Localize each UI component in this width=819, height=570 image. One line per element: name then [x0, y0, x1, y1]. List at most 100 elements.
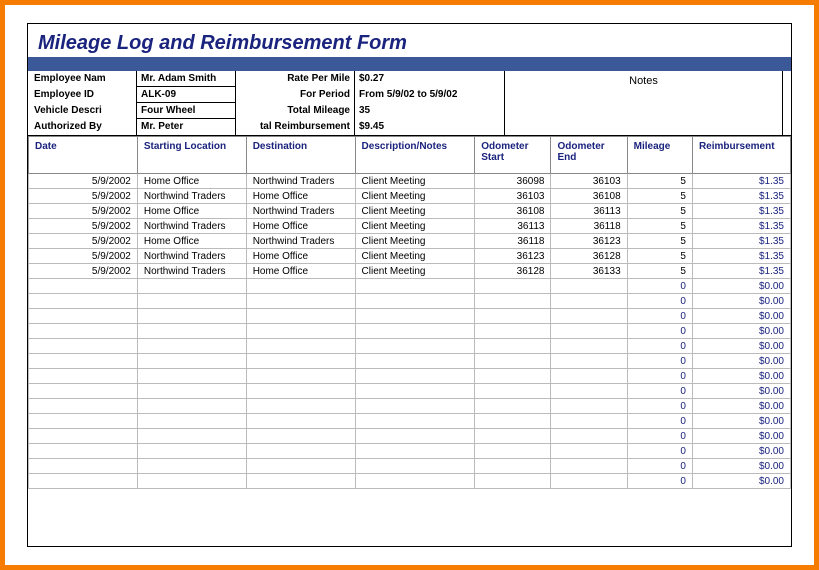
value-employee-id: ALK-09	[136, 87, 236, 103]
cell-reimb: $0.00	[692, 444, 790, 459]
cell-desc	[355, 324, 475, 339]
value-total-reimbursement: $9.45	[355, 119, 494, 135]
cell-desc	[355, 369, 475, 384]
table-row-empty: 0$0.00	[29, 444, 791, 459]
col-odometer-end: Odometer End	[551, 137, 627, 174]
cell-date: 5/9/2002	[29, 219, 138, 234]
cell-mileage: 5	[627, 234, 692, 249]
label-employee-name: Employee Nam	[28, 71, 136, 87]
cell-mileage: 5	[627, 189, 692, 204]
cell-desc	[355, 279, 475, 294]
table-row: 5/9/2002Home OfficeNorthwind TradersClie…	[29, 174, 791, 189]
cell-start	[137, 354, 246, 369]
cell-mileage: 5	[627, 249, 692, 264]
cell-reimb: $0.00	[692, 429, 790, 444]
table-row-empty: 0$0.00	[29, 324, 791, 339]
cell-start	[137, 324, 246, 339]
cell-start	[137, 444, 246, 459]
cell-mileage: 5	[627, 204, 692, 219]
cell-mileage: 0	[627, 309, 692, 324]
cell-oend	[551, 459, 627, 474]
table-row-empty: 0$0.00	[29, 414, 791, 429]
header-values-left: Mr. Adam Smith ALK-09 Four Wheel Mr. Pet…	[136, 71, 236, 135]
cell-oend	[551, 309, 627, 324]
form-title: Mileage Log and Reimbursement Form	[28, 24, 791, 57]
col-destination: Destination	[246, 137, 355, 174]
cell-reimb: $0.00	[692, 309, 790, 324]
cell-desc	[355, 309, 475, 324]
cell-ostart	[475, 354, 551, 369]
cell-oend: 36133	[551, 264, 627, 279]
cell-start: Northwind Traders	[137, 264, 246, 279]
cell-date: 5/9/2002	[29, 189, 138, 204]
cell-reimb: $0.00	[692, 399, 790, 414]
cell-mileage: 0	[627, 384, 692, 399]
cell-dest	[246, 339, 355, 354]
table-row-empty: 0$0.00	[29, 399, 791, 414]
cell-dest	[246, 324, 355, 339]
cell-date	[29, 459, 138, 474]
cell-date	[29, 429, 138, 444]
table-row: 5/9/2002Northwind TradersHome OfficeClie…	[29, 189, 791, 204]
table-row-empty: 0$0.00	[29, 279, 791, 294]
title-underline	[28, 57, 791, 71]
cell-dest	[246, 474, 355, 489]
cell-dest: Home Office	[246, 249, 355, 264]
cell-mileage: 5	[627, 264, 692, 279]
cell-dest: Home Office	[246, 219, 355, 234]
cell-start	[137, 309, 246, 324]
cell-reimb: $0.00	[692, 474, 790, 489]
cell-mileage: 0	[627, 459, 692, 474]
cell-mileage: 0	[627, 414, 692, 429]
cell-reimb: $1.35	[692, 189, 790, 204]
cell-oend	[551, 474, 627, 489]
cell-reimb: $1.35	[692, 219, 790, 234]
col-mileage: Mileage	[627, 137, 692, 174]
cell-mileage: 0	[627, 399, 692, 414]
cell-oend	[551, 339, 627, 354]
cell-start: Home Office	[137, 234, 246, 249]
cell-dest: Northwind Traders	[246, 234, 355, 249]
cell-date: 5/9/2002	[29, 204, 138, 219]
cell-desc	[355, 294, 475, 309]
value-vehicle: Four Wheel	[136, 103, 236, 119]
cell-oend	[551, 324, 627, 339]
cell-desc	[355, 384, 475, 399]
col-description: Description/Notes	[355, 137, 475, 174]
cell-oend	[551, 399, 627, 414]
cell-dest	[246, 294, 355, 309]
cell-start	[137, 294, 246, 309]
cell-date	[29, 384, 138, 399]
header-info: Employee Nam Employee ID Vehicle Descri …	[28, 71, 791, 136]
cell-reimb: $0.00	[692, 384, 790, 399]
cell-start	[137, 429, 246, 444]
cell-reimb: $1.35	[692, 234, 790, 249]
cell-ostart: 36098	[475, 174, 551, 189]
cell-date	[29, 339, 138, 354]
cell-start	[137, 399, 246, 414]
cell-dest	[246, 279, 355, 294]
cell-date: 5/9/2002	[29, 249, 138, 264]
col-starting-location: Starting Location	[137, 137, 246, 174]
cell-dest	[246, 309, 355, 324]
cell-ostart: 36113	[475, 219, 551, 234]
table-row: 5/9/2002Home OfficeNorthwind TradersClie…	[29, 234, 791, 249]
cell-ostart	[475, 279, 551, 294]
cell-dest	[246, 444, 355, 459]
cell-start: Northwind Traders	[137, 189, 246, 204]
cell-dest	[246, 459, 355, 474]
table-row: 5/9/2002Home OfficeNorthwind TradersClie…	[29, 204, 791, 219]
header-labels-mid: Rate Per Mile For Period Total Mileage t…	[236, 71, 354, 135]
cell-ostart	[475, 414, 551, 429]
cell-date	[29, 279, 138, 294]
cell-dest: Home Office	[246, 264, 355, 279]
table-row: 5/9/2002Northwind TradersHome OfficeClie…	[29, 264, 791, 279]
cell-ostart: 36118	[475, 234, 551, 249]
cell-desc	[355, 474, 475, 489]
cell-desc: Client Meeting	[355, 219, 475, 234]
cell-date: 5/9/2002	[29, 234, 138, 249]
cell-ostart	[475, 399, 551, 414]
header-values-mid: $0.27 From 5/9/02 to 5/9/02 35 $9.45	[354, 71, 494, 135]
cell-desc	[355, 414, 475, 429]
cell-ostart: 36103	[475, 189, 551, 204]
